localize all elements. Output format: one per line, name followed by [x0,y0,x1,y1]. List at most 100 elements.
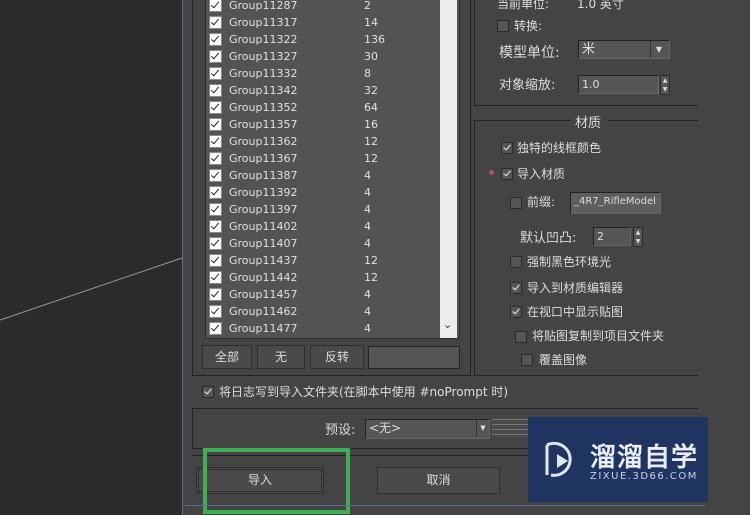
item-name: Group11437 [229,254,298,267]
item-checkbox[interactable] [209,16,222,29]
item-checkbox[interactable] [209,322,222,335]
select-all-button[interactable]: 全部 [202,345,252,369]
watermark-url: ZIXUE.3D66.COM [590,471,698,482]
list-item[interactable]: Group11327 30 [209,48,444,65]
write-log-label: 将日志写到导入文件夹(在脚本中使用 #noPrompt 时) [219,385,509,399]
list-item[interactable]: Group11477 4 [209,320,444,337]
list-item[interactable]: Group11462 4 [209,303,444,320]
list-item[interactable]: Group11287 2 [209,0,444,14]
copy-maps-label: 将贴图复制到项目文件夹 [532,329,665,343]
item-checkbox[interactable] [209,135,222,148]
watermark-title: 溜溜自学 [590,443,699,473]
item-count: 4 [364,203,371,216]
play-logo-icon [545,441,572,477]
list-item[interactable]: Group11357 16 [209,116,444,133]
force-black-checkbox[interactable] [510,256,522,268]
preset-select[interactable]: <无> ▼ [365,419,490,439]
copy-maps-checkbox[interactable] [515,331,527,343]
item-checkbox[interactable] [209,271,222,284]
filter-input[interactable] [368,346,460,369]
list-item[interactable]: Group11387 4 [209,167,444,184]
model-unit-label: 模型单位: [499,45,560,61]
unique-wire-label: 独特的线框颜色 [517,141,602,155]
list-item[interactable]: Group11437 12 [209,252,444,269]
convert-checkbox[interactable] [497,20,509,32]
item-checkbox[interactable] [209,0,222,12]
preset-value: <无> [369,421,402,435]
list-item[interactable]: Group11317 14 [209,14,444,31]
prefix-input[interactable]: _4R7_RifleModel [570,192,661,214]
select-none-button[interactable]: 无 [257,345,305,369]
item-checkbox[interactable] [209,254,222,267]
item-name: Group11477 [229,322,298,335]
scale-spinner[interactable]: ▲ ▼ [660,75,670,95]
item-checkbox[interactable] [209,152,222,165]
item-count: 32 [364,84,378,97]
force-black-label: 强制黑色环境光 [527,255,612,269]
import-material-label: 导入材质 [517,167,566,181]
import-material-checkbox[interactable] [501,168,513,180]
list-item[interactable]: Group11322 136 [209,31,444,48]
item-count: 12 [364,152,378,165]
cancel-button[interactable]: 取消 [377,467,500,494]
item-checkbox[interactable] [209,288,222,301]
item-count: 4 [364,220,371,233]
list-item[interactable]: Group11392 4 [209,184,444,201]
scale-input[interactable]: 1.0 [578,75,659,94]
list-item[interactable]: Group11457 4 [209,286,444,303]
item-checkbox[interactable] [209,84,222,97]
list-item[interactable]: Group11342 32 [209,82,444,99]
item-name: Group11402 [229,220,298,233]
unique-wire-checkbox[interactable] [501,142,513,154]
overwrite-label: 覆盖图像 [539,353,588,367]
item-checkbox[interactable] [209,118,222,131]
prefix-label: 前缀: [527,195,556,209]
bump-label: 默认凹凸: [520,231,577,246]
item-checkbox[interactable] [209,33,222,46]
item-count: 30 [364,50,378,63]
bump-spinner[interactable]: ▲ ▼ [633,227,643,247]
show-in-viewport-label: 在视口中显示贴图 [527,305,624,319]
item-count: 4 [364,169,371,182]
item-checkbox[interactable] [209,220,222,233]
item-count: 8 [364,67,371,80]
item-checkbox[interactable] [209,237,222,250]
item-checkbox[interactable] [209,101,222,114]
list-item[interactable]: Group11397 4 [209,201,444,218]
invert-button[interactable]: 反转 [310,345,364,369]
show-in-viewport-checkbox[interactable] [510,306,522,318]
item-name: Group11317 [229,16,298,29]
item-checkbox[interactable] [209,186,222,199]
grid-line [0,257,182,321]
list-item[interactable]: Group11442 12 [209,269,444,286]
item-checkbox[interactable] [209,203,222,216]
overwrite-checkbox[interactable] [521,354,533,366]
item-name: Group11322 [229,33,298,46]
item-checkbox[interactable] [209,67,222,80]
item-checkbox[interactable] [209,305,222,318]
preset-menu-icon[interactable] [492,419,528,437]
object-list[interactable]: Group11287 2 Group11317 14 Group11322 136 Grou… [205,0,460,339]
indicator-dot-icon [489,170,494,175]
prefix-checkbox[interactable] [510,197,522,209]
write-log-checkbox[interactable] [202,386,214,398]
to-editor-checkbox[interactable] [510,282,522,294]
list-item[interactable]: Group11352 64 [209,99,444,116]
list-item[interactable]: Group11362 12 [209,133,444,150]
list-item[interactable]: Group11407 4 [209,235,444,252]
item-count: 2 [364,0,371,12]
bump-input[interactable]: 2 [593,227,631,246]
item-count: 136 [364,33,385,46]
model-unit-select[interactable]: 米 ▼ [578,40,670,59]
list-item[interactable]: Group11367 12 [209,150,444,167]
scroll-down-icon[interactable]: ⌄ [443,318,452,331]
item-name: Group11332 [229,67,298,80]
list-item[interactable]: Group11402 4 [209,218,444,235]
list-item[interactable]: Group11332 8 [209,65,444,82]
item-checkbox[interactable] [209,169,222,182]
item-name: Group11327 [229,50,298,63]
item-count: 4 [364,237,371,250]
item-checkbox[interactable] [209,50,222,63]
item-count: 4 [364,322,371,335]
list-scrollbar[interactable]: ⌄ [440,0,457,338]
